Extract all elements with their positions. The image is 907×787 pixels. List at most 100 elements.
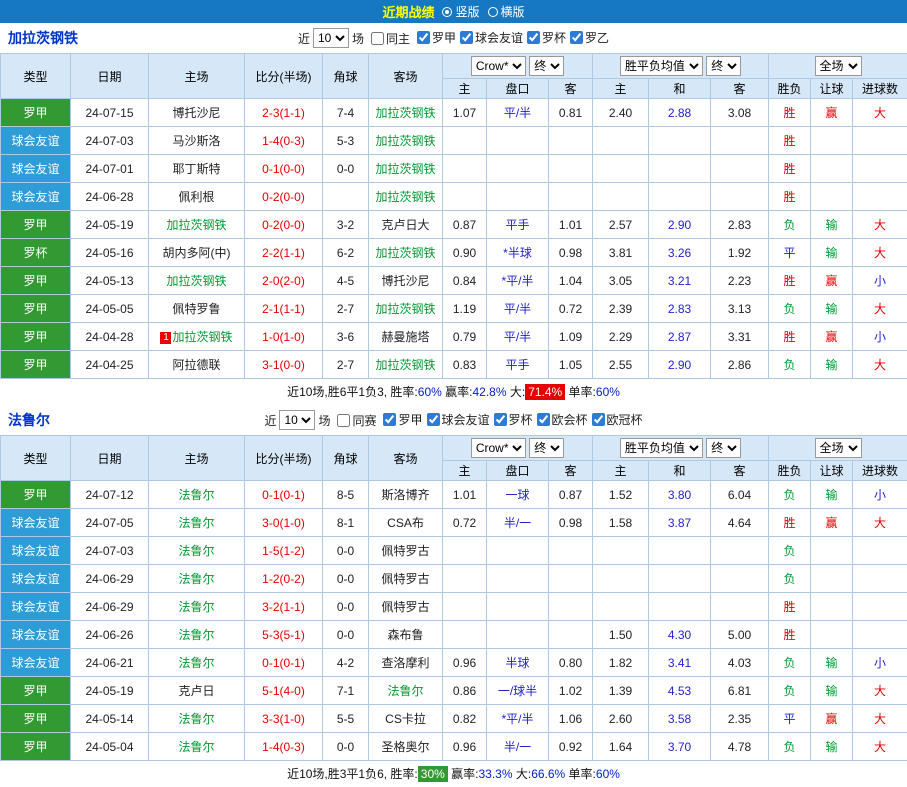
avg-time-select[interactable]: 终 <box>706 438 741 458</box>
section-header: 加拉茨钢铁 近 10 场 同主 罗甲球会友谊罗杯罗乙 <box>0 23 907 53</box>
match-count-select[interactable]: 10 <box>279 410 315 430</box>
odds-company-select[interactable]: Crow* <box>471 438 526 458</box>
cell-score: 5-1(4-0) <box>245 677 323 705</box>
cell-avg-away: 2.23 <box>711 267 769 295</box>
col-handicap-home: 主 <box>443 79 487 99</box>
match-count-select[interactable]: 10 <box>313 28 349 48</box>
cell-handicap-home-odds <box>443 155 487 183</box>
red-card-badge: 1 <box>160 332 171 344</box>
summary-line: 近10场,胜3平1负6, 胜率:30% 赢率:33.3% 大:66.6% 单率:… <box>0 761 907 787</box>
odds-company-header: Crow* 终 <box>443 436 593 461</box>
cell-handicap: 平/半 <box>487 99 549 127</box>
cell-away-team: 加拉茨钢铁 <box>369 239 443 267</box>
cell-handicap-away-odds: 0.92 <box>549 733 593 761</box>
cell-avg-draw: 3.70 <box>649 733 711 761</box>
match-row: 球会友谊24-06-29法鲁尔1-2(0-2)0-0佩特罗古负 <box>1 565 907 593</box>
league-filter[interactable]: 球会友谊 <box>456 29 523 46</box>
league-filter[interactable]: 欧冠杯 <box>588 411 643 428</box>
cell-result: 负 <box>769 295 811 323</box>
col-handicap-result: 让球 <box>811 461 853 481</box>
cell-corner: 4-5 <box>323 267 369 295</box>
radio-unselected-icon[interactable] <box>488 7 498 17</box>
league-label: 欧冠杯 <box>607 411 643 428</box>
league-filter[interactable]: 球会友谊 <box>423 411 490 428</box>
radio-vertical-label: 竖版 <box>455 3 479 20</box>
layout-radio-vertical[interactable]: 竖版 <box>442 3 479 20</box>
radio-selected-icon[interactable] <box>442 7 452 17</box>
league-checkbox[interactable] <box>592 413 605 426</box>
cell-handicap-home-odds: 1.01 <box>443 481 487 509</box>
cell-away-team: CS卡拉 <box>369 705 443 733</box>
cell-avg-home <box>593 593 649 621</box>
cell-handicap: 平手 <box>487 211 549 239</box>
cell-home-team: 阿拉德联 <box>149 351 245 379</box>
avg-time-select[interactable]: 终 <box>706 56 741 76</box>
scope-select[interactable]: 全场 <box>815 438 862 458</box>
cell-handicap-away-odds: 1.02 <box>549 677 593 705</box>
same-venue-filter[interactable]: 同主 <box>367 30 410 47</box>
cell-handicap-result: 输 <box>811 239 853 267</box>
cell-avg-away: 3.31 <box>711 323 769 351</box>
cell-handicap-home-odds: 0.87 <box>443 211 487 239</box>
col-avg-draw: 和 <box>649 79 711 99</box>
odds-time-select[interactable]: 终 <box>529 438 564 458</box>
odds-time-select[interactable]: 终 <box>529 56 564 76</box>
league-filter[interactable]: 欧会杯 <box>533 411 588 428</box>
league-checkbox[interactable] <box>427 413 440 426</box>
avg-odds-select[interactable]: 胜平负均值 <box>620 438 703 458</box>
col-date: 日期 <box>71 54 149 99</box>
cell-handicap-home-odds: 0.83 <box>443 351 487 379</box>
league-checkbox[interactable] <box>460 31 473 44</box>
cell-handicap-result <box>811 537 853 565</box>
cell-avg-home: 1.50 <box>593 621 649 649</box>
league-checkbox[interactable] <box>527 31 540 44</box>
odds-company-select[interactable]: Crow* <box>471 56 526 76</box>
avg-odds-header: 胜平负均值 终 <box>593 436 769 461</box>
cell-away-team: 森布鲁 <box>369 621 443 649</box>
cell-score: 0-1(0-0) <box>245 155 323 183</box>
col-score: 比分(半场) <box>245 436 323 481</box>
same-competition-checkbox[interactable] <box>337 414 350 427</box>
cell-corner: 0-0 <box>323 537 369 565</box>
cell-avg-draw: 3.80 <box>649 481 711 509</box>
same-venue-checkbox[interactable] <box>371 32 384 45</box>
cell-handicap: 一球 <box>487 481 549 509</box>
cell-home-team: 加拉茨钢铁 <box>149 211 245 239</box>
summary-badge: 30% <box>418 766 448 782</box>
cell-result: 负 <box>769 537 811 565</box>
cell-avg-home: 3.81 <box>593 239 649 267</box>
cell-result: 负 <box>769 677 811 705</box>
league-checkbox[interactable] <box>417 31 430 44</box>
same-competition-filter[interactable]: 同赛 <box>333 412 376 429</box>
cell-handicap-result: 输 <box>811 733 853 761</box>
col-handicap-home: 主 <box>443 461 487 481</box>
cell-handicap-result: 赢 <box>811 509 853 537</box>
cell-avg-draw <box>649 537 711 565</box>
cell-avg-away: 6.04 <box>711 481 769 509</box>
summary-text: 大: <box>513 767 532 781</box>
avg-odds-select[interactable]: 胜平负均值 <box>620 56 703 76</box>
league-checkbox[interactable] <box>537 413 550 426</box>
cell-date: 24-05-04 <box>71 733 149 761</box>
cell-home-team: 法鲁尔 <box>149 705 245 733</box>
cell-avg-home <box>593 565 649 593</box>
league-filter[interactable]: 罗乙 <box>566 29 609 46</box>
cell-avg-draw: 3.87 <box>649 509 711 537</box>
cell-avg-draw: 2.90 <box>649 211 711 239</box>
cell-avg-away: 3.13 <box>711 295 769 323</box>
cell-handicap-result: 赢 <box>811 323 853 351</box>
league-checkbox[interactable] <box>383 413 396 426</box>
league-checkbox[interactable] <box>494 413 507 426</box>
league-filter[interactable]: 罗杯 <box>490 411 533 428</box>
league-filter[interactable]: 罗甲 <box>379 411 422 428</box>
cell-handicap-away-odds: 0.87 <box>549 481 593 509</box>
layout-radio-horizontal[interactable]: 横版 <box>488 3 525 20</box>
league-filter[interactable]: 罗甲 <box>413 29 456 46</box>
league-checkbox[interactable] <box>570 31 583 44</box>
cell-handicap-away-odds: 0.98 <box>549 509 593 537</box>
league-filter[interactable]: 罗杯 <box>523 29 566 46</box>
cell-handicap <box>487 155 549 183</box>
scope-select[interactable]: 全场 <box>815 56 862 76</box>
match-row: 罗甲24-05-05佩特罗鲁2-1(1-1)2-7加拉茨钢铁1.19平/半0.7… <box>1 295 907 323</box>
cell-score: 3-2(1-1) <box>245 593 323 621</box>
